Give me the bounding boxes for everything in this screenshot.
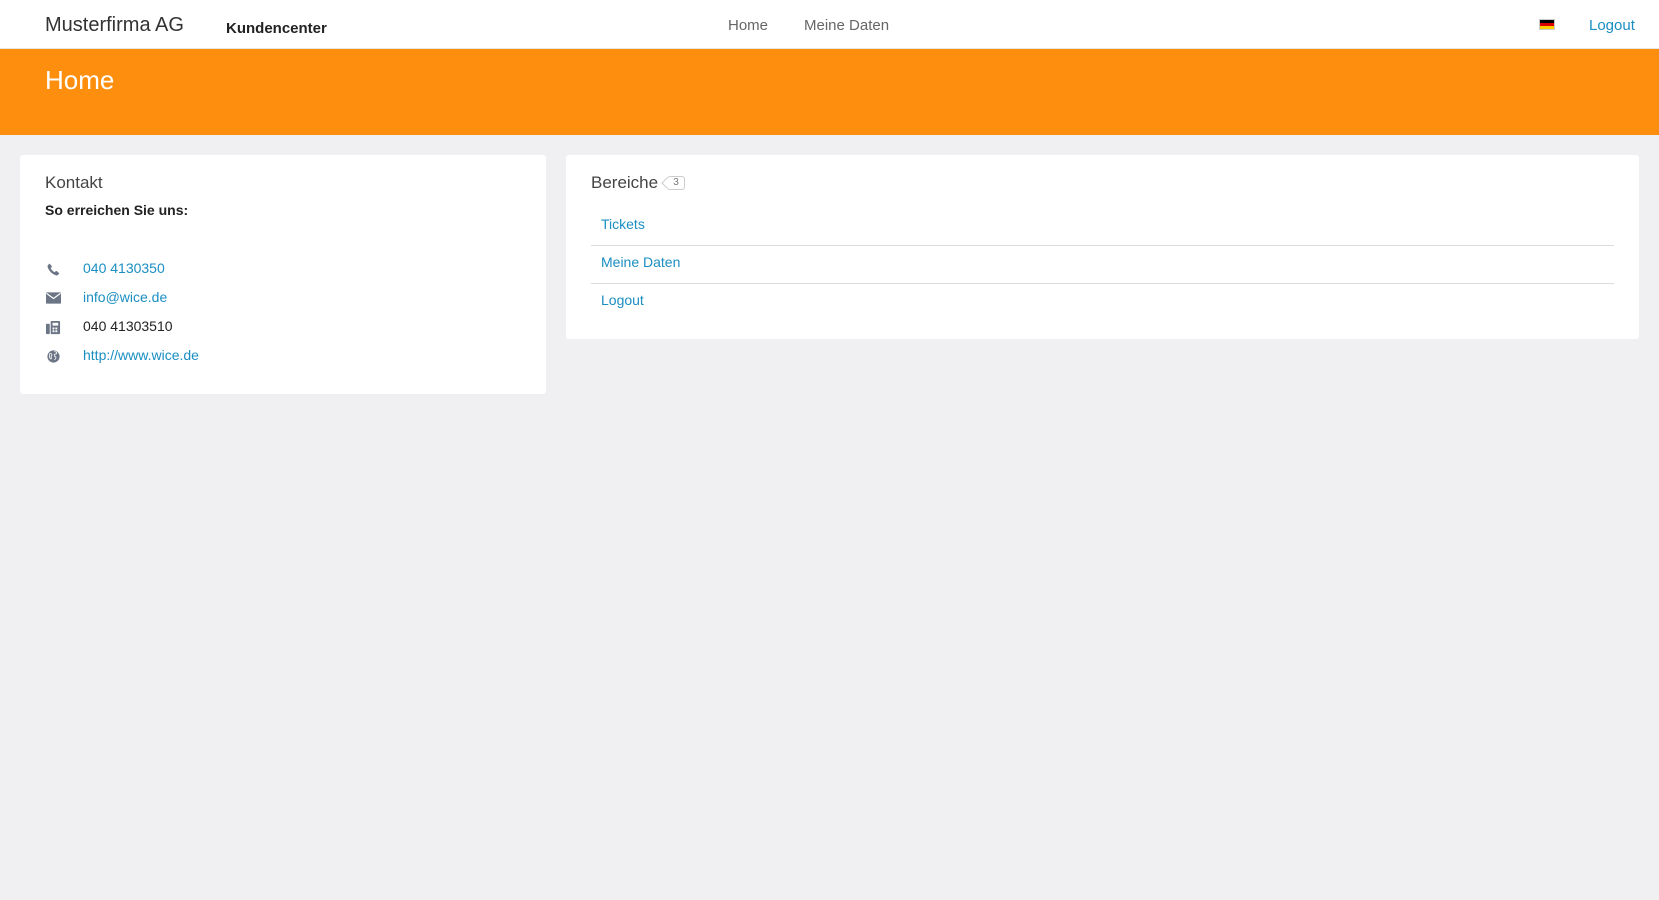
brand-name[interactable]: Musterfirma AG bbox=[45, 14, 184, 37]
nav-home-link[interactable]: Home bbox=[728, 17, 768, 34]
contact-subtitle: So erreichen Sie uns: bbox=[45, 202, 189, 218]
area-item-tickets[interactable]: Tickets bbox=[591, 208, 1614, 246]
area-item-logout[interactable]: Logout bbox=[591, 284, 1614, 322]
contact-phone-row: 040 4130350 bbox=[45, 259, 525, 279]
contact-phone-link[interactable]: 040 4130350 bbox=[83, 260, 165, 276]
contact-website-link[interactable]: http://www.wice.de bbox=[83, 347, 199, 363]
envelope-icon bbox=[45, 290, 61, 306]
nav-meine-daten-link[interactable]: Meine Daten bbox=[804, 17, 889, 34]
fax-icon bbox=[45, 319, 61, 335]
contact-fax-row: 040 41303510 bbox=[45, 317, 525, 337]
contact-card: Kontakt So erreichen Sie uns: 040 413035… bbox=[20, 155, 546, 394]
contact-website-row: http://www.wice.de bbox=[45, 346, 525, 366]
areas-list: Tickets Meine Daten Logout bbox=[591, 208, 1614, 322]
page-title: Home bbox=[45, 65, 115, 95]
globe-icon bbox=[45, 348, 61, 364]
page-header-banner: Home bbox=[0, 49, 1659, 135]
top-navbar: Musterfirma AG Kundencenter Home Meine D… bbox=[0, 0, 1659, 49]
areas-count-badge: 3 bbox=[667, 176, 685, 190]
phone-icon bbox=[45, 261, 61, 277]
contact-email-row: info@wice.de bbox=[45, 288, 525, 308]
contact-card-title: Kontakt bbox=[45, 173, 103, 192]
contact-fax-value: 040 41303510 bbox=[83, 318, 173, 334]
de-flag-icon[interactable] bbox=[1539, 19, 1555, 30]
areas-card: Bereiche 3 Tickets Meine Daten Logout bbox=[566, 155, 1639, 339]
logout-link[interactable]: Logout bbox=[1589, 17, 1635, 34]
area-item-meine-daten[interactable]: Meine Daten bbox=[591, 246, 1614, 284]
app-name: Kundencenter bbox=[226, 20, 327, 37]
areas-card-title: Bereiche bbox=[591, 173, 659, 192]
contact-email-link[interactable]: info@wice.de bbox=[83, 289, 167, 305]
